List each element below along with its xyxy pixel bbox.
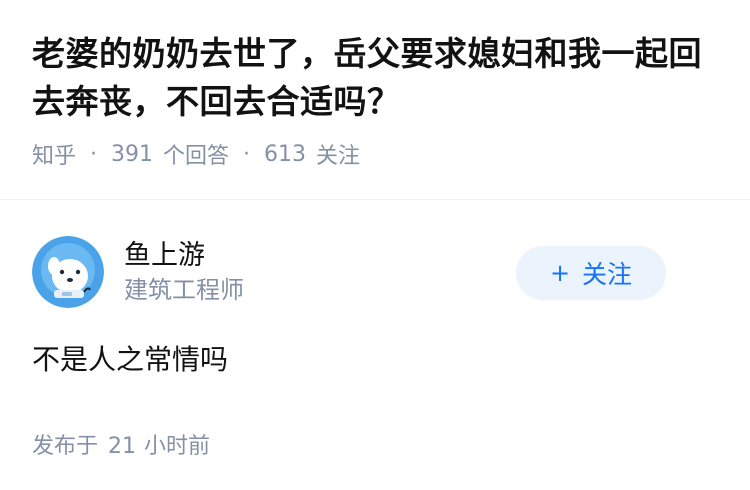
author-row: 鱼上游 建筑工程师 + 关注 [32,236,718,308]
answers-label: 个回答 [163,144,230,169]
answers-count: 391 [111,141,154,167]
cartoon-avatar-icon [32,236,104,308]
question-header: 老婆的奶奶去世了，岳父要求媳妇和我一起回去奔丧，不回去合适吗？ 知乎 · 391… [0,0,750,200]
publish-time: 发布于 21 小时前 [32,428,718,460]
author-name[interactable]: 鱼上游 [124,238,244,274]
plus-icon: + [549,259,571,287]
meta-separator: · [243,141,251,167]
zhihu-question-page: 老婆的奶奶去世了，岳父要求媳妇和我一起回去奔丧，不回去合适吗？ 知乎 · 391… [0,0,750,490]
author-headline: 建筑工程师 [124,276,244,304]
answer-card: 鱼上游 建筑工程师 + 关注 不是人之常情吗 发布于 21 小时前 [0,200,750,460]
question-meta: 知乎 · 391 个回答 · 613 关注 [32,138,718,170]
question-title[interactable]: 老婆的奶奶去世了，岳父要求媳妇和我一起回去奔丧，不回去合适吗？ [32,30,718,126]
publish-prefix: 发布于 [32,434,99,459]
publish-num: 21 [108,434,137,459]
followers-label: 关注 [316,144,361,169]
publish-unit: 小时前 [144,434,211,459]
follow-button[interactable]: + 关注 [516,246,666,300]
source-label[interactable]: 知乎 [32,138,76,170]
meta-separator: · [90,141,98,167]
followers-count: 613 [264,141,307,167]
answer-content[interactable]: 不是人之常情吗 [32,340,718,380]
author-info: 鱼上游 建筑工程师 [124,238,244,306]
avatar[interactable] [32,236,104,308]
follow-button-label: 关注 [582,260,633,289]
